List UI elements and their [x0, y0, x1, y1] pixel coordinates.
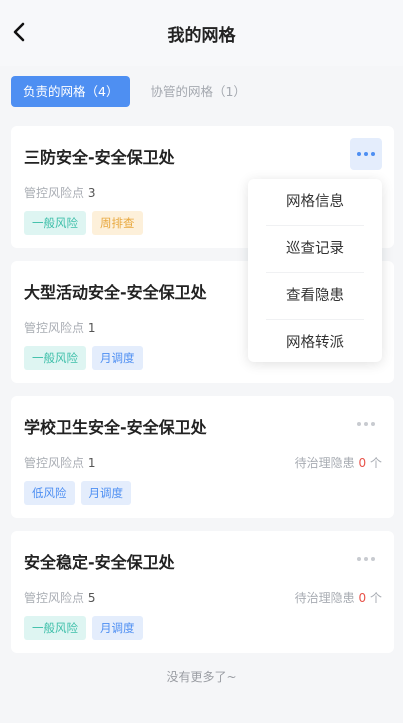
risk-point-info: 管控风险点 1 — [24, 454, 95, 471]
risk-level-tag: 一般风险 — [24, 211, 86, 235]
pending-hazard-label: 待治理隐患 — [294, 456, 355, 470]
inspection-cycle-tag: 周排查 — [92, 211, 143, 235]
pending-hazard-count: 0 — [358, 591, 367, 605]
pending-hazard-info: 待治理隐患 0 个 — [295, 589, 382, 606]
tab-bar: 负责的网格（4） 协管的网格（1） — [11, 76, 258, 107]
pending-hazard-label: 待治理隐患 — [294, 591, 355, 605]
menu-item-patrol-records[interactable]: 巡查记录 — [266, 226, 364, 273]
menu-item-reassign-grid[interactable]: 网格转派 — [266, 320, 364, 366]
more-button[interactable] — [350, 408, 382, 440]
menu-item-grid-info[interactable]: 网格信息 — [266, 179, 364, 226]
risk-point-count: 1 — [87, 321, 96, 335]
pending-hazard-unit: 个 — [369, 591, 382, 605]
inspection-cycle-tag: 月调度 — [92, 346, 143, 370]
risk-point-count: 3 — [87, 186, 96, 200]
risk-point-info: 管控风险点 3 — [24, 184, 95, 201]
more-button[interactable] — [350, 138, 382, 170]
risk-point-label: 管控风险点 — [24, 321, 85, 335]
grid-action-menu: 网格信息 巡查记录 查看隐患 网格转派 — [248, 179, 382, 362]
risk-point-count: 1 — [87, 456, 96, 470]
list-end-text: 没有更多了~ — [166, 670, 237, 684]
tag-list: 低风险 月调度 — [24, 481, 131, 505]
grid-card-title: 学校卫生安全-安全保卫处 — [24, 418, 207, 437]
grid-card[interactable]: 安全稳定-安全保卫处 管控风险点 5 待治理隐患 0 个 一般风险 月调度 — [11, 531, 394, 653]
menu-item-view-hazards[interactable]: 查看隐患 — [266, 273, 364, 320]
risk-point-info: 管控风险点 5 — [24, 589, 95, 606]
risk-point-label: 管控风险点 — [24, 591, 85, 605]
risk-point-label: 管控风险点 — [24, 186, 85, 200]
tab-assisted-grids[interactable]: 协管的网格（1） — [138, 76, 257, 107]
tag-list: 一般风险 月调度 — [24, 346, 143, 370]
grid-card-title: 安全稳定-安全保卫处 — [24, 553, 175, 572]
tab-responsible-grids[interactable]: 负责的网格（4） — [11, 76, 131, 107]
pending-hazard-count: 0 — [358, 456, 367, 470]
risk-level-tag: 一般风险 — [24, 346, 86, 370]
tag-list: 一般风险 月调度 — [24, 616, 143, 640]
risk-point-info: 管控风险点 1 — [24, 319, 95, 336]
risk-level-tag: 一般风险 — [24, 616, 86, 640]
more-horizontal-icon — [357, 422, 375, 426]
pending-hazard-info: 待治理隐患 0 个 — [295, 454, 382, 471]
grid-card-title: 大型活动安全-安全保卫处 — [24, 283, 207, 302]
inspection-cycle-tag: 月调度 — [80, 481, 131, 505]
page-title: 我的网格 — [167, 26, 236, 46]
risk-point-label: 管控风险点 — [24, 456, 85, 470]
risk-level-tag: 低风险 — [24, 481, 75, 505]
more-button[interactable] — [350, 543, 382, 575]
nav-bar: 我的网格 — [0, 0, 403, 66]
inspection-cycle-tag: 月调度 — [92, 616, 143, 640]
more-horizontal-icon — [357, 152, 375, 156]
grid-card-title: 三防安全-安全保卫处 — [24, 148, 175, 167]
more-horizontal-icon — [357, 557, 375, 561]
pending-hazard-unit: 个 — [369, 456, 382, 470]
risk-point-count: 5 — [87, 591, 96, 605]
grid-card[interactable]: 学校卫生安全-安全保卫处 管控风险点 1 待治理隐患 0 个 低风险 月调度 — [11, 396, 394, 518]
tag-list: 一般风险 周排查 — [24, 211, 143, 235]
